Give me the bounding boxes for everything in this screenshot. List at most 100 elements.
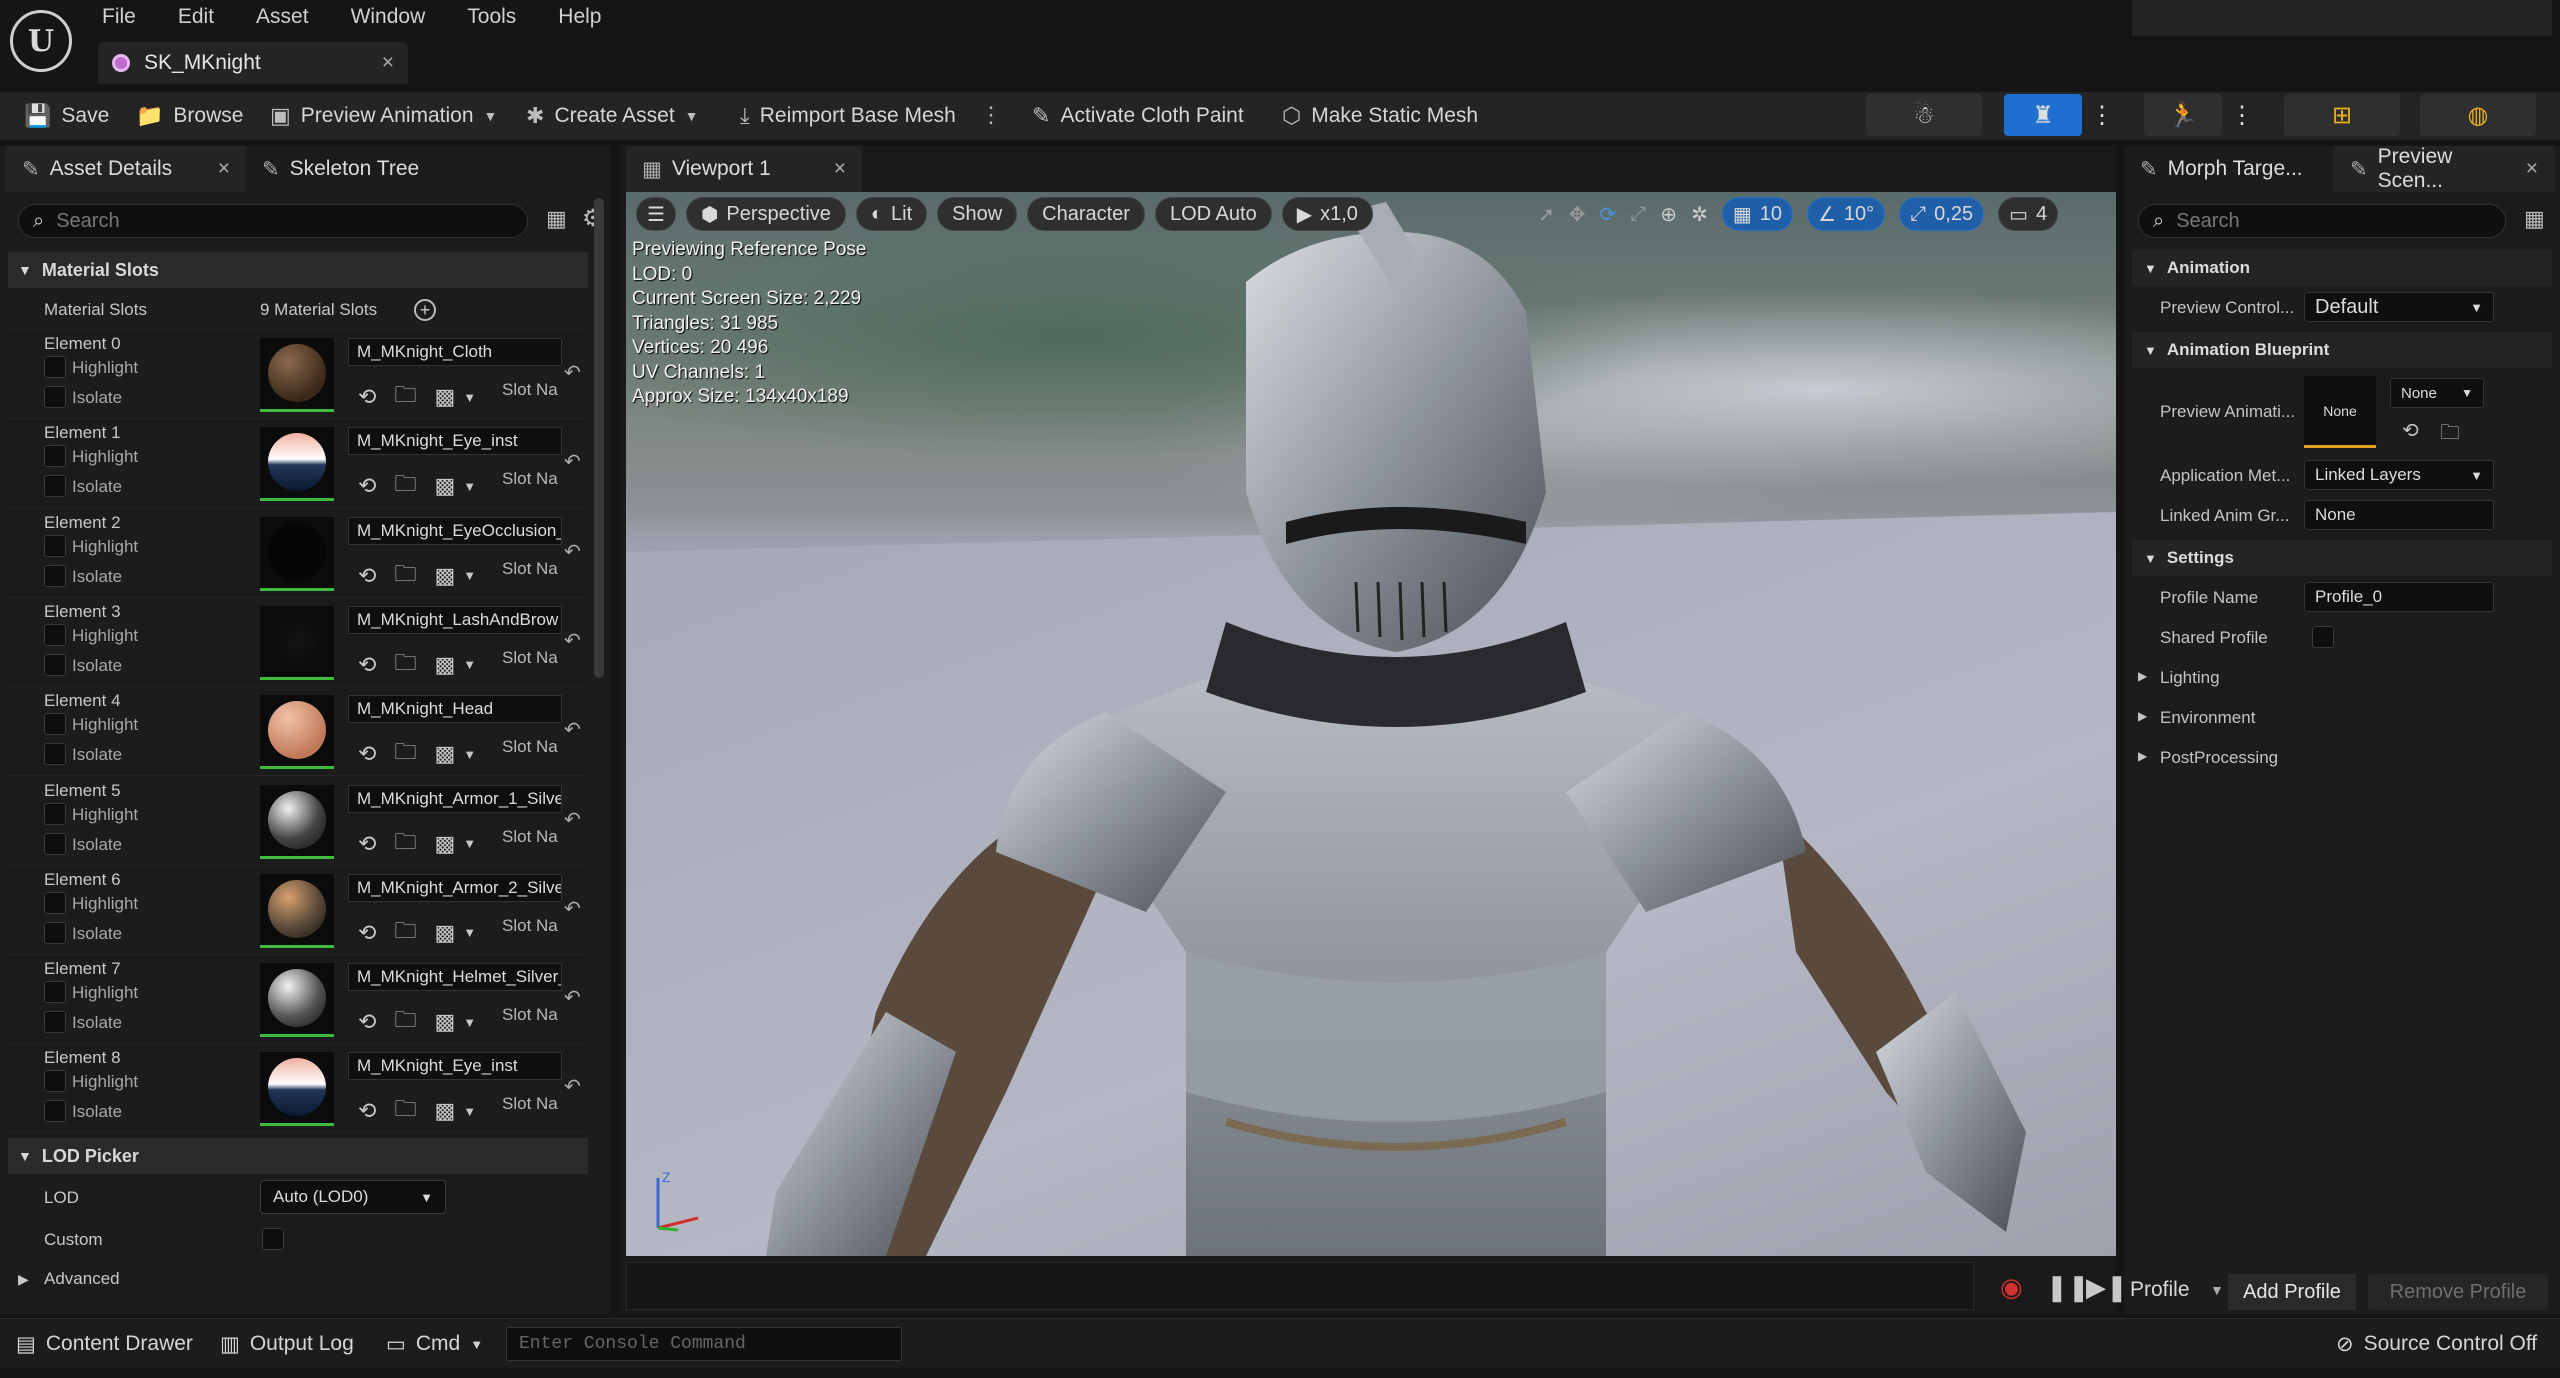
playback-speed-button[interactable]: ▶ x1,0	[1281, 197, 1373, 231]
chevron-down-icon[interactable]: ▼	[463, 390, 476, 405]
environment-row[interactable]: ▶ Environment	[2132, 698, 2552, 738]
material-name-field[interactable]: M_MKnight_Head	[348, 695, 562, 724]
animation-timeline[interactable]	[626, 1262, 1974, 1310]
material-thumbnail[interactable]	[260, 963, 334, 1038]
material-picker-icon[interactable]: ▩	[434, 1098, 455, 1124]
create-asset-button[interactable]: ✱ Create Asset ▼	[526, 92, 699, 140]
use-selected-icon[interactable]: ⟲	[358, 831, 376, 857]
tab-skeleton-tree[interactable]: ✎ Skeleton Tree	[246, 146, 435, 192]
browse-asset-icon[interactable]: 🗀	[2440, 418, 2460, 452]
material-thumbnail[interactable]	[260, 873, 334, 948]
browse-asset-icon[interactable]: 🗀	[394, 557, 416, 595]
section-material-slots[interactable]: ▼ Material Slots	[8, 252, 588, 288]
use-selected-icon[interactable]: ⟲	[358, 741, 376, 767]
scale-icon[interactable]: ⤢	[1630, 203, 1646, 226]
material-picker-icon[interactable]: ▩	[434, 473, 455, 499]
chevron-down-icon[interactable]: ▼	[463, 747, 476, 762]
lighting-row[interactable]: ▶ Lighting	[2132, 658, 2552, 698]
reset-icon[interactable]: ↶	[564, 717, 581, 742]
use-selected-icon[interactable]: ⟲	[358, 1009, 376, 1035]
show-button[interactable]: Show	[937, 197, 1018, 231]
blueprint-mode-button[interactable]: ⊞	[2284, 94, 2400, 136]
material-picker-icon[interactable]: ▩	[434, 1009, 455, 1035]
source-control-button[interactable]: ⊘ Source Control Off	[2336, 1319, 2537, 1369]
material-thumbnail[interactable]	[260, 427, 334, 502]
reset-icon[interactable]: ↶	[564, 628, 581, 653]
close-tab-icon[interactable]: ×	[2526, 157, 2538, 181]
menu-edit[interactable]: Edit	[178, 5, 214, 29]
console-command-input[interactable]: Enter Console Command	[506, 1327, 902, 1361]
browse-asset-icon[interactable]: 🗀	[394, 825, 416, 863]
reset-icon[interactable]: ↶	[564, 896, 581, 921]
material-name-field[interactable]: M_MKnight_Cloth	[348, 338, 562, 366]
browse-asset-icon[interactable]: 🗀	[394, 467, 416, 505]
reimport-base-mesh-button[interactable]: ⤓ Reimport Base Mesh	[740, 92, 956, 140]
lod-select[interactable]: Auto (LOD0) ▼	[260, 1180, 446, 1214]
more-options-icon[interactable]: ⋮	[2230, 94, 2254, 136]
world-local-icon[interactable]: ⊕	[1660, 202, 1677, 227]
perspective-button[interactable]: ⬢ Perspective	[685, 197, 846, 231]
use-selected-icon[interactable]: ⟲	[358, 1098, 376, 1124]
highlight-checkbox[interactable]	[44, 713, 66, 736]
grid-snap-button[interactable]: ▦ 10	[1721, 197, 1793, 231]
material-name-field[interactable]: M_MKnight_Eye_inst	[348, 1052, 562, 1081]
preview-anim-thumbnail[interactable]: None	[2304, 376, 2376, 448]
isolate-checkbox[interactable]	[44, 564, 66, 587]
material-thumbnail[interactable]	[260, 1052, 334, 1127]
chevron-down-icon[interactable]: ▼	[463, 1015, 476, 1030]
menu-file[interactable]: File	[102, 5, 136, 29]
surface-snap-icon[interactable]: ✲	[1691, 202, 1708, 227]
unreal-logo-icon[interactable]: U	[10, 10, 72, 72]
isolate-checkbox[interactable]	[44, 832, 66, 855]
use-selected-icon[interactable]: ⟲	[358, 473, 376, 499]
more-options-icon[interactable]: ⋮	[980, 102, 1002, 130]
highlight-checkbox[interactable]	[44, 981, 66, 1004]
isolate-checkbox[interactable]	[44, 921, 66, 944]
browse-asset-icon[interactable]: 🗀	[394, 1003, 416, 1041]
menu-asset[interactable]: Asset	[256, 5, 309, 29]
isolate-checkbox[interactable]	[44, 743, 66, 766]
material-picker-icon[interactable]: ▩	[434, 384, 455, 410]
add-slot-icon[interactable]: +	[414, 298, 436, 321]
lod-auto-button[interactable]: LOD Auto	[1154, 197, 1272, 231]
material-thumbnail[interactable]	[260, 338, 334, 412]
cmd-button[interactable]: ▭ Cmd ▼	[386, 1319, 483, 1369]
remove-profile-button[interactable]: Remove Profile	[2368, 1274, 2548, 1310]
section-animation[interactable]: ▼ Animation	[2132, 250, 2552, 286]
menu-help[interactable]: Help	[558, 5, 601, 29]
material-name-field[interactable]: M_MKnight_Armor_2_Silver	[348, 873, 562, 902]
reset-icon[interactable]: ↶	[564, 360, 581, 385]
rotate-icon[interactable]: ⟳	[1600, 202, 1617, 227]
material-thumbnail[interactable]	[260, 605, 334, 680]
section-settings[interactable]: ▼ Settings	[2132, 540, 2552, 576]
tab-viewport[interactable]: ▦ Viewport 1 ×	[626, 146, 862, 192]
highlight-checkbox[interactable]	[44, 891, 66, 914]
browse-asset-icon[interactable]: 🗀	[394, 914, 416, 952]
custom-checkbox[interactable]	[262, 1228, 284, 1250]
use-selected-icon[interactable]: ⟲	[2402, 418, 2419, 443]
isolate-checkbox[interactable]	[44, 475, 66, 498]
mesh-mode-button[interactable]: ♜	[2004, 94, 2082, 136]
chevron-down-icon[interactable]: ▼	[463, 657, 476, 672]
section-settings[interactable]	[2132, 0, 2552, 36]
use-selected-icon[interactable]: ⟲	[358, 652, 376, 678]
browse-asset-icon[interactable]: 🗀	[394, 378, 416, 416]
chevron-down-icon[interactable]: ▼	[463, 1104, 476, 1119]
section-animation-blueprint[interactable]: ▼ Animation Blueprint	[2132, 332, 2552, 368]
post-processing-row[interactable]: ▶ PostProcessing	[2132, 738, 2552, 778]
skeleton-mode-button[interactable]: ☃	[1866, 94, 1982, 136]
activate-cloth-paint-button[interactable]: ✎ Activate Cloth Paint	[1032, 92, 1244, 140]
angle-snap-button[interactable]: ∠ 10°	[1806, 197, 1886, 231]
table-view-icon[interactable]: ▦	[546, 206, 567, 232]
material-name-field[interactable]: M_MKnight_Helmet_Silver_	[348, 963, 562, 992]
material-picker-icon[interactable]: ▩	[434, 831, 455, 857]
record-icon[interactable]: ◉	[2000, 1272, 2023, 1303]
reset-icon[interactable]: ↶	[564, 1074, 581, 1099]
close-tab-icon[interactable]: ×	[834, 157, 846, 181]
highlight-checkbox[interactable]	[44, 802, 66, 825]
animation-mode-button[interactable]: 🏃	[2144, 94, 2222, 136]
use-selected-icon[interactable]: ⟲	[358, 384, 376, 410]
reset-icon[interactable]: ↶	[564, 985, 581, 1010]
more-options-icon[interactable]: ⋮	[2090, 94, 2114, 136]
close-tab-icon[interactable]: ×	[382, 51, 394, 75]
